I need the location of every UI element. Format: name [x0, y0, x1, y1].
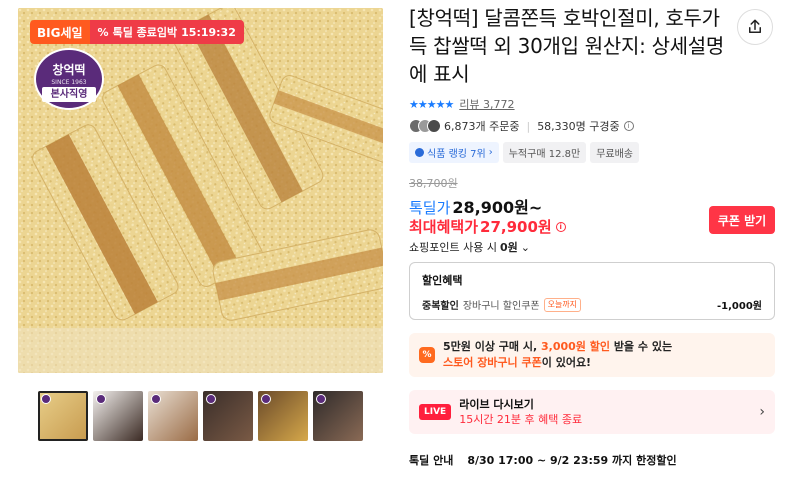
thumb-dark[interactable] [313, 391, 363, 441]
deal-price-row: 톡딜가 28,900원~ [409, 194, 542, 218]
shopping-points-toggle[interactable]: 쇼핑포인트 사용 시 0원 ⌄ [409, 239, 530, 255]
ranking-icon [415, 148, 424, 157]
brand-since: SINCE 1963 [51, 79, 87, 86]
free-shipping-chip: 무료배송 [590, 142, 639, 163]
deal-timer-badge: % 톡딜 종료임박 15:19:32 [89, 20, 244, 44]
brand-mini-logo [96, 394, 106, 404]
brand-mini-logo [261, 394, 271, 404]
thumb-injeolmi[interactable] [38, 391, 88, 441]
live-text: 라이브 다시보기 15시간 21분 후 혜택 종료 [459, 397, 582, 427]
promo-line1-highlight: 3,000원 할인 [541, 340, 610, 353]
info-icon[interactable]: i [623, 121, 634, 131]
cumulative-purchase-chip: 누적구매 12.8만 [502, 142, 587, 163]
live-replay-banner[interactable]: LIVE 라이브 다시보기 15시간 21분 후 혜택 종료 › [409, 390, 775, 434]
divider: | [526, 119, 531, 133]
watchers-count: 58,330명 구경중 [537, 120, 620, 133]
discount-row-desc: 장바구니 할인쿠폰 [462, 301, 540, 312]
promo-line2-post: 이 있어요! [541, 356, 592, 369]
max-benefit-price-row: 최대혜택가 27,900원 i [409, 216, 566, 237]
cart-coupon-promo[interactable]: % 5만원 이상 구매 시, 3,000원 할인 받을 수 있는 스토어 장바구… [409, 333, 775, 377]
points-value: 0원 [499, 241, 518, 254]
stats-row: 6,873개 주문중 | 58,330명 구경중 i [409, 118, 634, 134]
thumb-walnut[interactable] [148, 391, 198, 441]
discount-amount: -1,000원 [717, 301, 762, 312]
points-label: 쇼핑포인트 사용 시 [409, 241, 497, 254]
rating-row: ★★★★★ 리뷰 3,772 [409, 96, 515, 112]
brand-direct-label: 본사직영 [42, 87, 96, 102]
food-ranking-chip[interactable]: 식품 랭킹 7위 › [409, 142, 499, 163]
discount-row-label: 중복할인 [422, 301, 459, 312]
product-title: [창억떡] 달콤쫀득 호박인절미, 호두가득 찹쌀떡 외 30개입 원산지: 상… [409, 6, 724, 86]
thumb-model[interactable] [93, 391, 143, 441]
big-sale-badge: BIG세일 [30, 20, 90, 44]
live-subtitle: 15시간 21분 후 혜택 종료 [459, 413, 583, 426]
discount-row: 중복할인 장바구니 할인쿠폰 오늘까지 -1,000원 [422, 297, 762, 312]
chevron-down-icon: ⌄ [520, 240, 530, 254]
deal-price: 28,900원~ [452, 198, 543, 217]
brand-logo: 창억떡 SINCE 1963 본사직영 [34, 48, 104, 110]
promo-line2-highlight: 스토어 장바구니 쿠폰 [443, 356, 542, 369]
star-rating-icon: ★★★★★ [409, 97, 454, 111]
chevron-right-icon: › [759, 404, 765, 420]
promo-line1-post: 받을 수 있는 [609, 340, 673, 353]
share-button[interactable] [737, 9, 773, 45]
sale-badge-row: BIG세일 % 톡딜 종료임박 15:19:32 [30, 20, 244, 44]
deal-price-label: 톡딜가 [409, 199, 451, 217]
chevron-right-icon: › [488, 147, 493, 158]
deal-info-row: 톡딜 안내 8/30 17:00 ~ 9/2 23:59 까지 한정할인 [409, 452, 677, 468]
original-price: 38,700원 [409, 177, 458, 190]
max-benefit-label: 최대혜택가 [409, 218, 479, 236]
deal-timer-time: 15:19:32 [181, 25, 236, 39]
thumb-assorted[interactable] [258, 391, 308, 441]
discount-benefits-box: 할인혜택 중복할인 장바구니 할인쿠폰 오늘까지 -1,000원 [409, 262, 775, 320]
deal-info-label: 톡딜 안내 [409, 454, 454, 467]
brand-mini-logo [206, 394, 216, 404]
share-icon [749, 19, 761, 33]
brand-mini-logo [151, 394, 161, 404]
promo-line1-pre: 5만원 이상 구매 시, [443, 340, 541, 353]
orders-count: 6,873개 주문중 [444, 120, 520, 133]
brand-name: 창억떡 [52, 63, 86, 77]
chips-row: 식품 랭킹 7위 › 누적구매 12.8만 무료배송 [409, 142, 639, 163]
live-badge: LIVE [419, 404, 452, 420]
brand-mini-logo [316, 394, 326, 404]
coupon-icon: % [419, 347, 435, 363]
thumbnail-strip [38, 391, 363, 441]
info-icon[interactable]: i [555, 221, 566, 232]
percent-icon: % [97, 25, 109, 39]
discount-header: 할인혜택 [422, 274, 463, 287]
promo-text: 5만원 이상 구매 시, 3,000원 할인 받을 수 있는 스토어 장바구니 … [443, 339, 672, 371]
ranking-label: 식품 랭킹 7위 [427, 149, 486, 160]
product-main-image[interactable]: BIG세일 % 톡딜 종료임박 15:19:32 창억떡 SINCE 1963 … [18, 8, 383, 373]
live-title: 라이브 다시보기 [459, 398, 534, 411]
today-only-tag: 오늘까지 [543, 297, 582, 312]
thumb-chapssal[interactable] [203, 391, 253, 441]
max-benefit-price: 27,900원 [480, 218, 552, 236]
avatar [427, 119, 441, 133]
review-count-link[interactable]: 리뷰 3,772 [459, 96, 514, 112]
brand-mini-logo [41, 394, 51, 404]
deal-timer-label: 톡딜 종료임박 [112, 26, 178, 39]
buyer-avatars [409, 119, 441, 133]
get-coupon-button[interactable]: 쿠폰 받기 [709, 206, 775, 234]
deal-info-value: 8/30 17:00 ~ 9/2 23:59 까지 한정할인 [467, 454, 677, 467]
